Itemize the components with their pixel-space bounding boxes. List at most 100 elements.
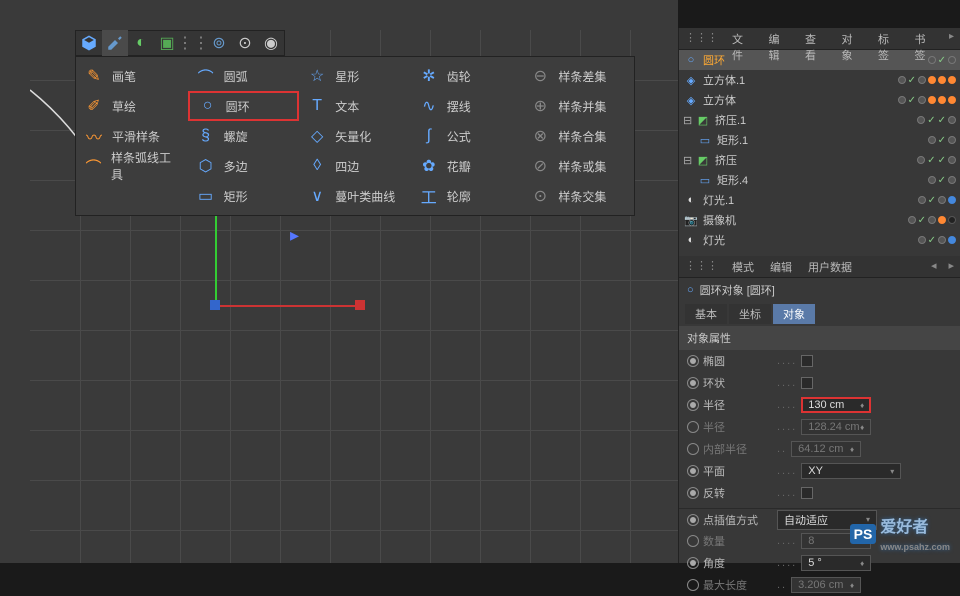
menu-cogwheel[interactable]: ✲齿轮 <box>411 61 523 91</box>
attr-label: 环状 <box>703 375 773 391</box>
menu-label: 样条交集 <box>558 188 606 205</box>
overflow-icon[interactable]: ▸ <box>943 28 960 49</box>
obj-row-light1[interactable]: ◐ 灯光.1 ✓ <box>679 190 960 210</box>
x-handle[interactable] <box>355 300 365 310</box>
rect-obj-icon: ▭ <box>697 172 713 188</box>
radius-input[interactable]: 130 cm♦ <box>801 397 871 413</box>
menu-spline-union[interactable]: ⊕样条并集 <box>522 91 634 121</box>
menu-helix[interactable]: §螺旋 <box>188 121 300 151</box>
combine-icon: ⊗ <box>530 126 550 146</box>
radio-icon[interactable] <box>687 355 699 367</box>
pen-icon: ✎ <box>84 66 104 86</box>
array-tool-icon[interactable]: ⋮⋮ <box>180 30 206 56</box>
obj-row-circle[interactable]: ○ 圆环 ✓ <box>679 50 960 70</box>
tab-object[interactable]: 对象 <box>834 28 871 49</box>
menu-arc[interactable]: ⌒圆弧 <box>188 61 300 91</box>
radio-icon[interactable] <box>687 377 699 389</box>
flower-icon: ✿ <box>419 156 439 176</box>
axis-arrow: ▸ <box>290 225 299 246</box>
radio-icon[interactable] <box>687 514 699 526</box>
tab-edit[interactable]: 编辑 <box>761 28 798 49</box>
menu-cissoid[interactable]: ∨蔓叶类曲线 <box>299 181 411 211</box>
obj-row-cube[interactable]: ◈ 立方体 ✓ <box>679 90 960 110</box>
menu-label: 四边 <box>335 158 359 175</box>
tab-file[interactable]: 文件 <box>724 28 761 49</box>
gear-tool-icon[interactable]: ⊙ <box>232 30 258 56</box>
menu-profile[interactable]: 工轮廓 <box>411 181 523 211</box>
checkbox[interactable] <box>801 487 813 499</box>
menu-col-3: ☆星形 T文本 ◇矢量化 ◊四边 ∨蔓叶类曲线 <box>299 57 411 215</box>
obj-row-camera[interactable]: 📷 摄像机 ✓ <box>679 210 960 230</box>
radio-icon[interactable] <box>687 557 699 569</box>
radius2-input: 128.24 cm♦ <box>801 419 871 435</box>
menu-text[interactable]: T文本 <box>299 91 411 121</box>
obj-row-extrude[interactable]: ⊟ ◩ 挤压 ✓✓ <box>679 150 960 170</box>
tab-view[interactable]: 查看 <box>797 28 834 49</box>
menu-spline-intersect[interactable]: ⊙样条交集 <box>522 181 634 211</box>
tab-userdata[interactable]: 用户数据 <box>800 256 860 277</box>
subtab-basic[interactable]: 基本 <box>685 304 727 324</box>
menu-arc-tool[interactable]: ⌒样条弧线工具 <box>76 151 188 181</box>
nurbs-tool-icon[interactable]: ◐ <box>128 30 154 56</box>
menu-sketch[interactable]: ✐草绘 <box>76 91 188 121</box>
origin-handle[interactable] <box>210 300 220 310</box>
menu-spline-and[interactable]: ⊗样条合集 <box>522 121 634 151</box>
subtab-coord[interactable]: 坐标 <box>729 304 771 324</box>
tab-bookmark[interactable]: 书签 <box>907 28 944 49</box>
attr-reverse: 反转 .... <box>679 482 960 504</box>
angle-input[interactable]: 5 °♦ <box>801 555 871 571</box>
menu-rectangle[interactable]: ▭矩形 <box>188 181 300 211</box>
checkbox[interactable] <box>801 377 813 389</box>
sphere-tool-icon[interactable]: ◉ <box>258 30 284 56</box>
nav-back-icon[interactable]: ◂ <box>925 256 943 277</box>
obj-row-cube1[interactable]: ◈ 立方体.1 ✓ <box>679 70 960 90</box>
radio-icon <box>687 579 699 591</box>
menu-star[interactable]: ☆星形 <box>299 61 411 91</box>
menu-spline-subtract[interactable]: ⊖样条差集 <box>522 61 634 91</box>
x-axis-gizmo[interactable] <box>215 305 360 307</box>
collapse-icon[interactable]: ⊟ <box>683 114 695 127</box>
menu-smooth[interactable]: 〰平滑样条 <box>76 121 188 151</box>
nav-fwd-icon[interactable]: ▸ <box>942 256 960 277</box>
obj-name: 挤压 <box>715 152 917 168</box>
radio-icon[interactable] <box>687 399 699 411</box>
menu-flower[interactable]: ✿花瓣 <box>411 151 523 181</box>
tab-edit[interactable]: 编辑 <box>762 256 800 277</box>
tab-tags[interactable]: 标签 <box>870 28 907 49</box>
spline-tool-icon[interactable] <box>102 30 128 56</box>
tab-mode[interactable]: 模式 <box>724 256 762 277</box>
text-icon: T <box>307 96 327 116</box>
union-icon: ⊕ <box>530 96 550 116</box>
menu-icon[interactable]: ⋮⋮⋮ <box>679 28 724 49</box>
obj-name: 立方体.1 <box>703 72 898 88</box>
collapse-icon[interactable]: ⊟ <box>683 154 695 167</box>
menu-vectorize[interactable]: ◇矢量化 <box>299 121 411 151</box>
cube-tool-icon[interactable] <box>76 30 102 56</box>
menu-polygon[interactable]: ⬡多边 <box>188 151 300 181</box>
plane-select[interactable]: XY▾ <box>801 463 901 479</box>
menu-cycloid[interactable]: ∿摆线 <box>411 91 523 121</box>
checkbox[interactable] <box>801 355 813 367</box>
helix-icon: § <box>196 126 216 146</box>
obj-row-rect1[interactable]: ▭ 矩形.1 ✓ <box>679 130 960 150</box>
attr-label: 半径 <box>703 397 773 413</box>
attr-label: 数量 <box>703 533 773 549</box>
arc-tool-icon: ⌒ <box>84 156 103 176</box>
obj-row-extrude1[interactable]: ⊟ ◩ 挤压.1 ✓✓ <box>679 110 960 130</box>
menu-pen[interactable]: ✎ 画笔 <box>76 61 188 91</box>
radio-icon[interactable] <box>687 465 699 477</box>
gear-icon: ✲ <box>419 66 439 86</box>
obj-row-light[interactable]: ◐ 灯光 ✓ <box>679 230 960 250</box>
watermark-url: www.psahz.com <box>880 542 950 552</box>
menu-formula[interactable]: ∫公式 <box>411 121 523 151</box>
menu-4side[interactable]: ◊四边 <box>299 151 411 181</box>
menu-label: 画笔 <box>112 68 136 85</box>
metaball-tool-icon[interactable]: ⊚ <box>206 30 232 56</box>
obj-row-rect4[interactable]: ▭ 矩形.4 ✓ <box>679 170 960 190</box>
menu-circle[interactable]: ○圆环 <box>188 91 300 121</box>
cycloid-icon: ∿ <box>419 96 439 116</box>
menu-spline-or[interactable]: ⊘样条或集 <box>522 151 634 181</box>
menu-icon[interactable]: ⋮⋮⋮ <box>679 256 724 277</box>
radio-icon[interactable] <box>687 487 699 499</box>
subtab-object[interactable]: 对象 <box>773 304 815 324</box>
